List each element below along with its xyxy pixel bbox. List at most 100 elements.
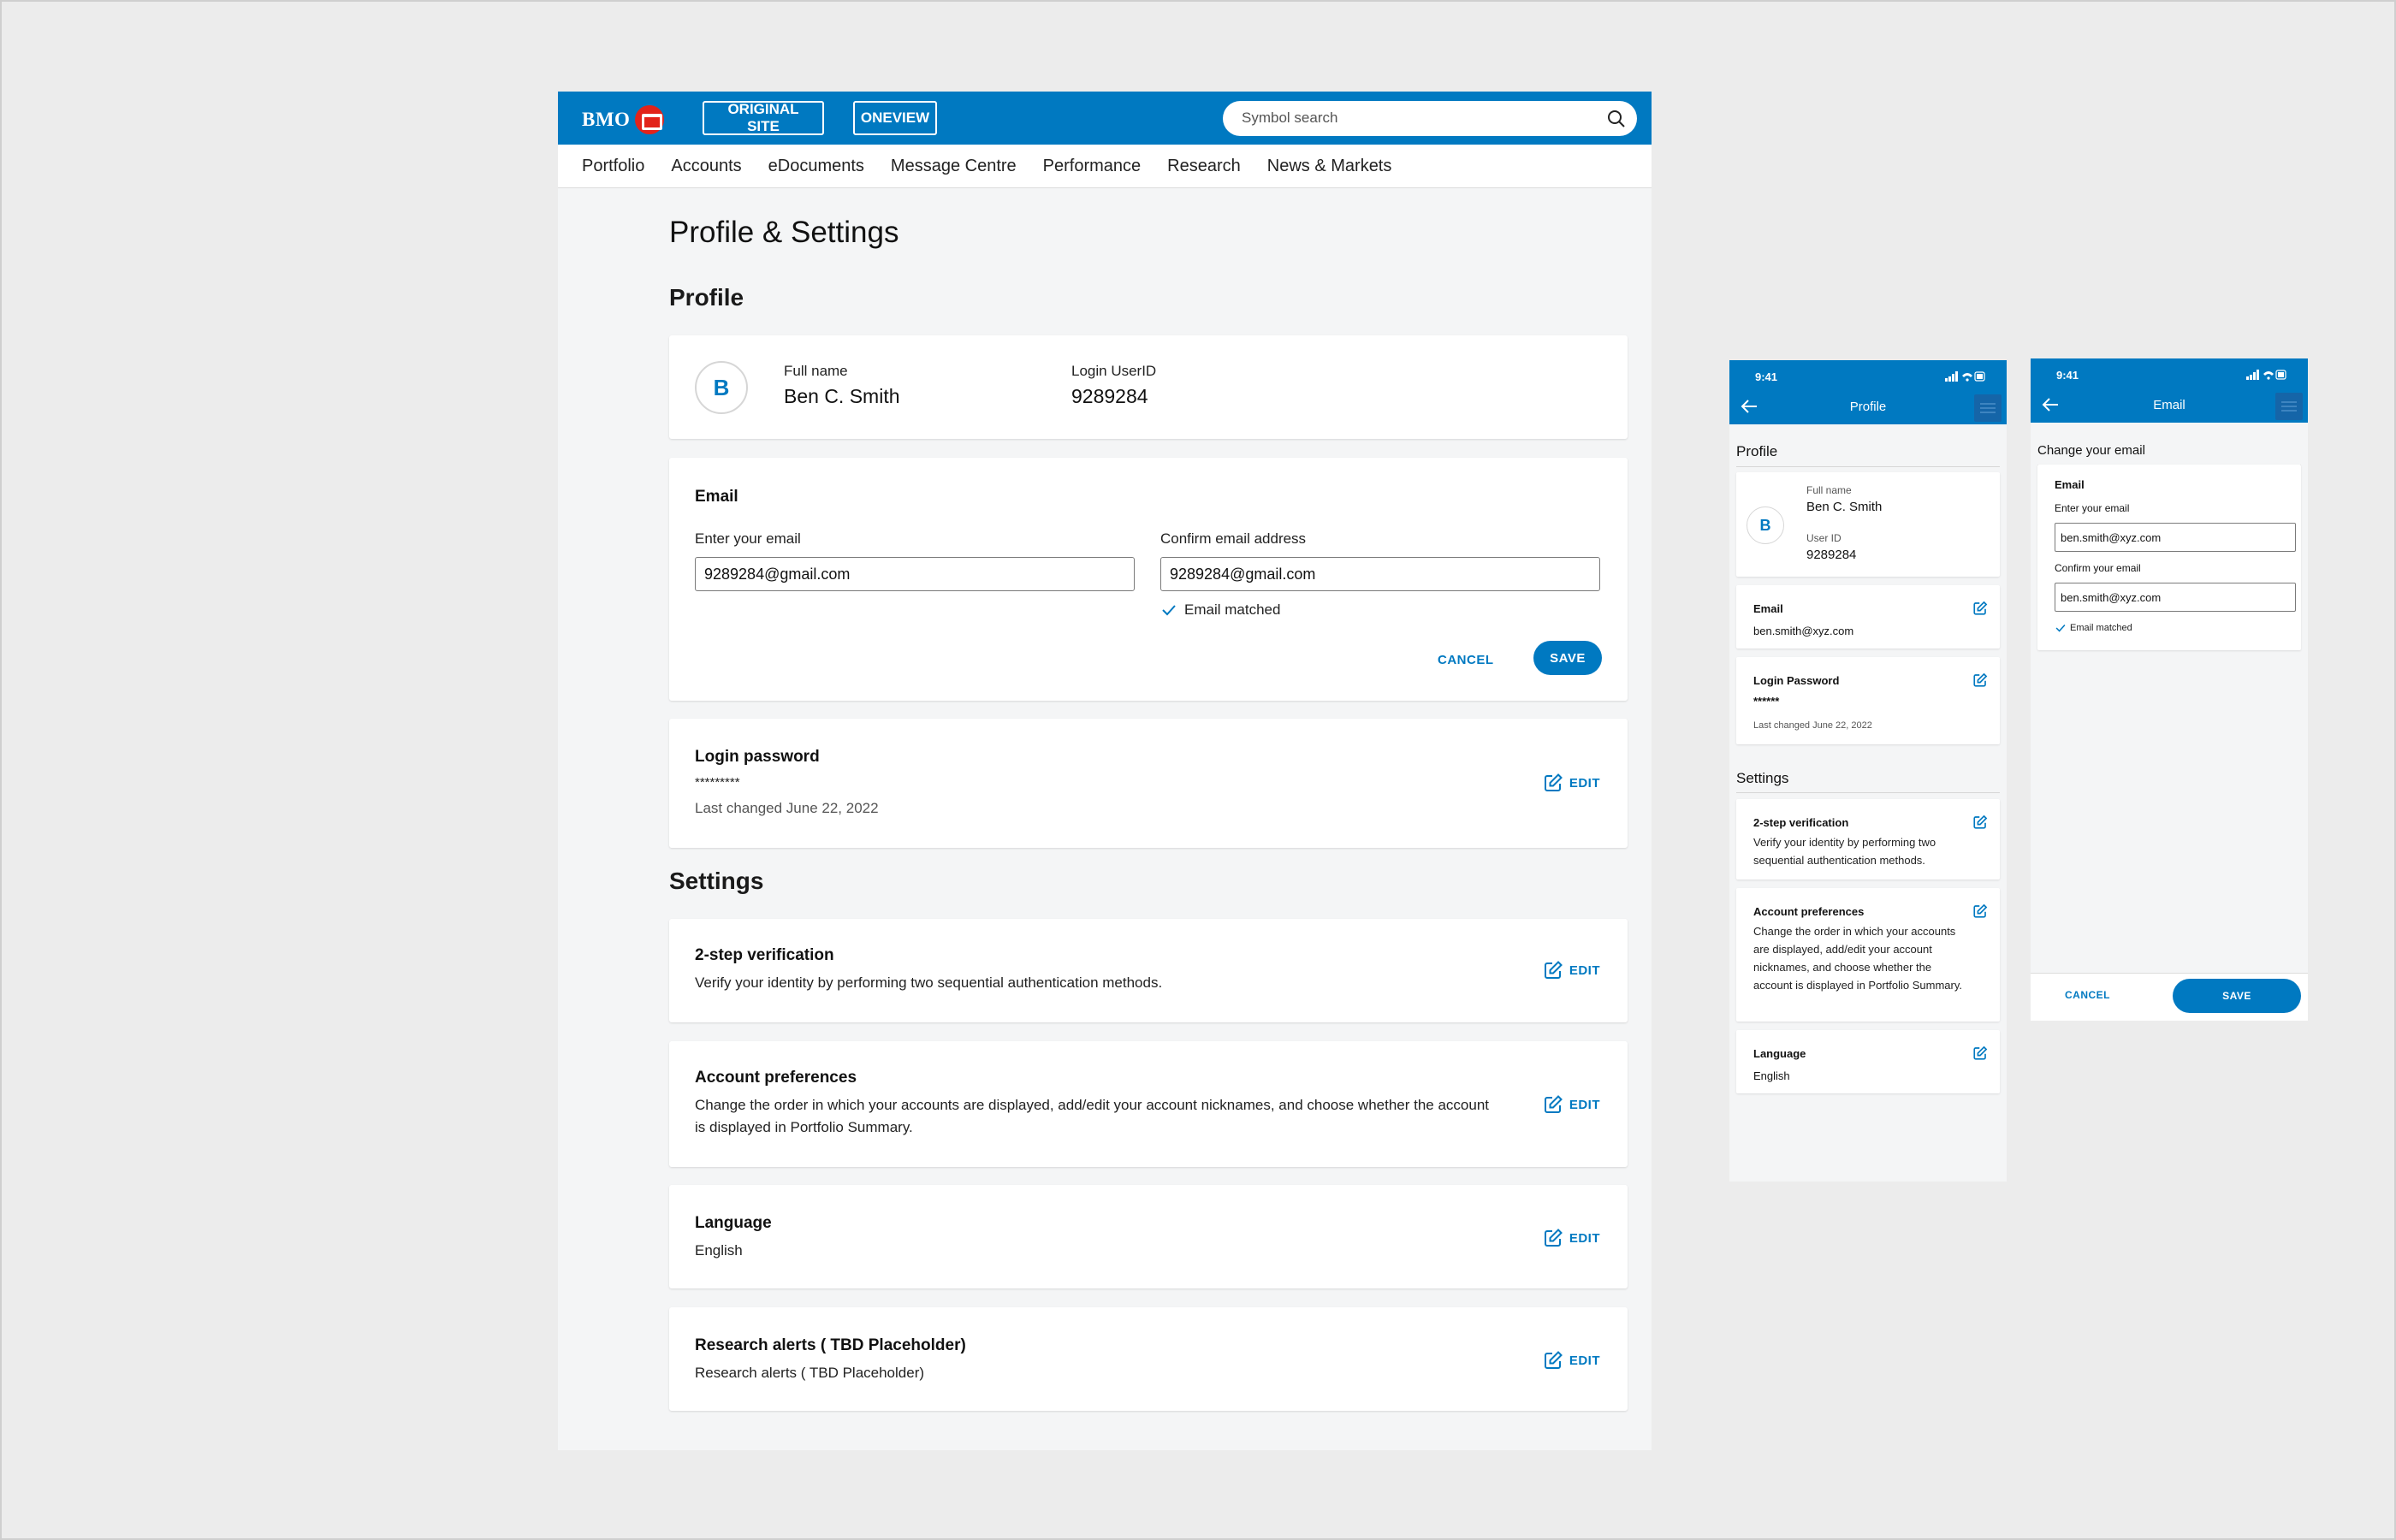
nav-item-performance[interactable]: Performance — [1043, 157, 1142, 176]
edit-icon — [1544, 773, 1563, 791]
avatar: B — [695, 361, 748, 414]
edit-icon[interactable] — [1972, 814, 1988, 830]
status-time: 9:41 — [1755, 370, 1778, 383]
password-last-changed: Last changed June 22, 2022 — [695, 800, 879, 816]
main-nav: Portfolio Accounts eDocuments Message Ce… — [558, 145, 1652, 188]
userid-value: 9289284 — [1806, 548, 1857, 562]
research-alerts-text: Research alerts ( TBD Placeholder) — [695, 1365, 925, 1381]
edit-icon[interactable] — [1972, 903, 1988, 919]
password-card: Login password ********* Last changed Ju… — [669, 719, 1628, 848]
mobile-profile-section-title: Profile — [1736, 443, 1778, 459]
email-match-text: Email matched — [1184, 601, 1281, 618]
two-step-text: Verify your identity by performing two s… — [1753, 836, 1936, 867]
edit-icon — [1544, 961, 1563, 979]
language-heading: Language — [695, 1214, 772, 1232]
edit-icon[interactable] — [1972, 672, 1988, 688]
nav-item-accounts[interactable]: Accounts — [671, 157, 741, 176]
two-step-edit-label: EDIT — [1569, 962, 1600, 978]
language-value: English — [1753, 1069, 1790, 1082]
search-icon[interactable] — [1606, 109, 1627, 129]
nav-item-news-markets[interactable]: News & Markets — [1267, 157, 1392, 176]
language-value: English — [695, 1242, 743, 1259]
bmo-logo[interactable]: BMO — [582, 105, 665, 134]
password-mask: ****** — [1753, 695, 1780, 708]
original-site-button[interactable]: ORIGINAL SITE — [703, 101, 824, 135]
password-heading: Login password — [695, 748, 820, 766]
full-name-value: Ben C. Smith — [1806, 500, 1883, 514]
password-heading: Login Password — [1753, 674, 1840, 687]
two-step-edit-button[interactable]: EDIT — [1543, 960, 1600, 980]
section-divider — [1736, 466, 2000, 467]
check-icon — [2055, 624, 2066, 632]
edit-icon — [1544, 1095, 1563, 1113]
desktop-profile-settings-screen: BMO ORIGINAL SITE ONEVIEW Portfolio Acco… — [558, 92, 1652, 1450]
email-save-button[interactable]: SAVE — [1533, 641, 1602, 675]
mobile-header: 9:41 Profile — [1729, 360, 2007, 424]
account-preferences-heading: Account preferences — [695, 1069, 857, 1087]
oneview-button[interactable]: ONEVIEW — [853, 101, 937, 135]
account-preferences-text: Change the order in which your accounts … — [695, 1097, 1490, 1135]
mobile-action-footer: CANCEL SAVE — [2031, 973, 2308, 1021]
settings-section-title: Settings — [669, 868, 764, 894]
password-edit-button[interactable]: EDIT — [1543, 773, 1600, 793]
confirm-email-input[interactable] — [2055, 583, 2296, 612]
mobile-cancel-button[interactable]: CANCEL — [2065, 989, 2110, 1001]
mobile-two-step-card: 2-step verification Verify your identity… — [1736, 799, 2000, 880]
confirm-email-input[interactable] — [1160, 557, 1600, 591]
nav-item-portfolio[interactable]: Portfolio — [582, 157, 644, 176]
profile-card: B Full name Ben C. Smith Login UserID 92… — [669, 335, 1628, 439]
two-step-text: Verify your identity by performing two s… — [695, 974, 1163, 991]
mobile-change-email-card: Email Enter your email Confirm your emai… — [2037, 465, 2301, 650]
enter-email-label: Enter your email — [695, 530, 801, 547]
enter-email-input[interactable] — [2055, 523, 2296, 552]
confirm-email-label: Confirm email address — [1160, 530, 1307, 547]
mobile-header: 9:41 Email — [2031, 358, 2308, 423]
full-name-label: Full name — [784, 363, 848, 379]
symbol-search — [1223, 101, 1637, 136]
password-mask: ********* — [695, 775, 740, 790]
avatar-letter: B — [713, 374, 730, 400]
two-step-heading: 2-step verification — [1753, 816, 1849, 829]
avatar: B — [1747, 506, 1784, 544]
account-preferences-heading: Account preferences — [1753, 905, 1865, 918]
mobile-profile-screen: 9:41 Profile Profile B Full name Ben C. … — [1729, 360, 2007, 1182]
confirm-email-label: Confirm your email — [2055, 562, 2141, 574]
status-icons — [2246, 370, 2286, 380]
edit-icon[interactable] — [1972, 601, 1988, 616]
nav-item-edocuments[interactable]: eDocuments — [768, 157, 864, 176]
check-icon — [1162, 605, 1176, 616]
userid-label: Login UserID — [1071, 363, 1157, 379]
email-heading: Email — [695, 488, 738, 506]
mobile-save-button[interactable]: SAVE — [2173, 979, 2301, 1013]
research-alerts-heading: Research alerts ( TBD Placeholder) — [695, 1336, 966, 1354]
research-alerts-edit-button[interactable]: EDIT — [1543, 1350, 1600, 1371]
account-preferences-card: Account preferences Change the order in … — [669, 1041, 1628, 1167]
mobile-header-title: Profile — [1849, 400, 1887, 414]
enter-email-input[interactable] — [695, 557, 1135, 591]
edit-icon — [1544, 1229, 1563, 1247]
hamburger-menu-icon[interactable] — [1974, 394, 2002, 422]
account-preferences-edit-button[interactable]: EDIT — [1543, 1094, 1600, 1115]
mobile-password-card: Login Password ****** Last changed June … — [1736, 657, 2000, 744]
edit-icon[interactable] — [1972, 1045, 1988, 1061]
email-cancel-button[interactable]: CANCEL — [1438, 653, 1494, 667]
password-edit-label: EDIT — [1569, 775, 1600, 791]
mobile-account-preferences-card: Account preferences Change the order in … — [1736, 888, 2000, 1022]
nav-item-research[interactable]: Research — [1167, 157, 1241, 176]
userid-value: 9289284 — [1071, 385, 1148, 407]
language-edit-button[interactable]: EDIT — [1543, 1228, 1600, 1248]
full-name-value: Ben C. Smith — [784, 385, 900, 407]
account-preferences-edit-label: EDIT — [1569, 1097, 1600, 1112]
nav-item-message-centre[interactable]: Message Centre — [891, 157, 1017, 176]
mobile-email-screen: 9:41 Email Change your email Email Enter… — [2031, 358, 2308, 1021]
hamburger-menu-icon[interactable] — [2275, 393, 2303, 420]
email-heading: Email — [2055, 478, 2085, 491]
language-heading: Language — [1753, 1047, 1806, 1060]
enter-email-label: Enter your email — [2055, 502, 2130, 514]
symbol-search-input[interactable] — [1242, 108, 1584, 128]
mobile-language-card: Language English — [1736, 1030, 2000, 1093]
language-card: Language English EDIT — [669, 1185, 1628, 1288]
mobile-header-title: Email — [2153, 398, 2185, 412]
status-time: 9:41 — [2056, 369, 2079, 382]
language-edit-label: EDIT — [1569, 1230, 1600, 1246]
